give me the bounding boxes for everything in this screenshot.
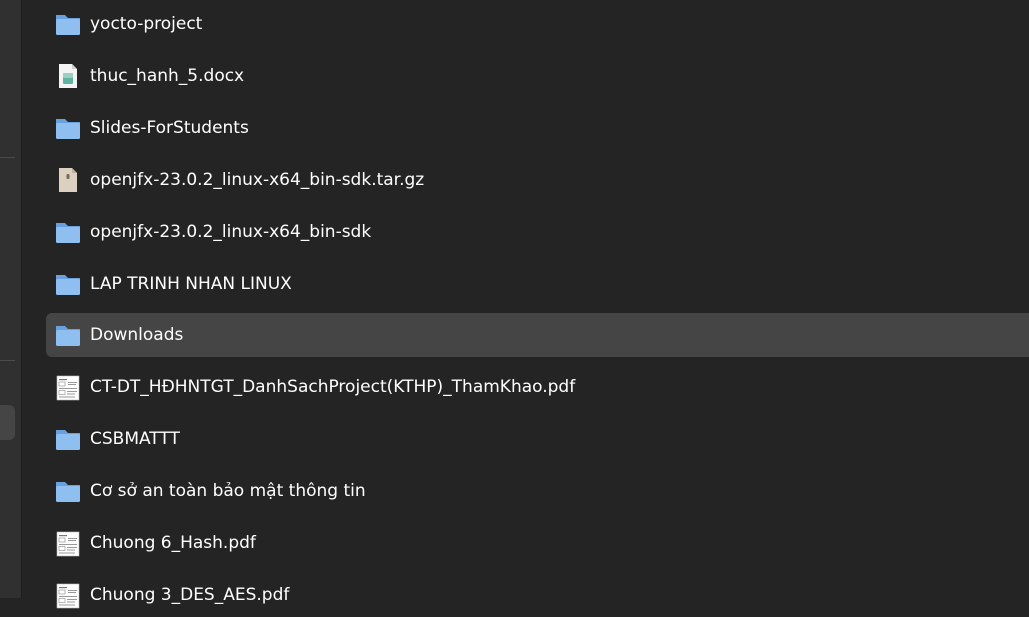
archive-icon <box>54 166 82 194</box>
folder-icon <box>54 10 82 38</box>
file-row[interactable]: CSBMATTT <box>46 417 1029 461</box>
file-row[interactable]: Chuong 6_Hash.pdf <box>46 521 1029 565</box>
file-name: CT-DT_HĐHNTGT_DanhSachProject(KTHP)_Tham… <box>90 377 575 397</box>
file-name: thuc_hanh_5.docx <box>90 66 244 86</box>
file-row[interactable]: LAP TRINH NHAN LINUX <box>46 262 1029 306</box>
sidebar-selected-item[interactable] <box>0 405 15 440</box>
pdf-thumbnail-icon <box>54 373 82 401</box>
folder-icon <box>54 477 82 505</box>
sidebar-divider <box>0 157 15 158</box>
file-row[interactable]: openjfx-23.0.2_linux-x64_bin-sdk.tar.gz <box>46 158 1029 202</box>
file-row[interactable]: Chuong 3_DES_AES.pdf <box>46 573 1029 617</box>
file-name: CSBMATTT <box>90 429 180 449</box>
folder-icon <box>54 114 82 142</box>
file-name: Downloads <box>90 325 183 345</box>
sidebar-divider <box>0 360 15 361</box>
file-name: Chuong 3_DES_AES.pdf <box>90 585 289 605</box>
folder-icon <box>54 425 82 453</box>
folder-icon <box>54 270 82 298</box>
file-list: yocto-project thuc_hanh_5.docx Slides-Fo… <box>22 0 1029 598</box>
file-row[interactable]: Downloads <box>46 313 1029 357</box>
folder-icon <box>54 321 82 349</box>
pdf-thumbnail-icon <box>54 529 82 557</box>
file-name: Cơ sở an toàn bảo mật thông tin <box>90 481 366 501</box>
file-name: Chuong 6_Hash.pdf <box>90 533 256 553</box>
file-row[interactable]: Cơ sở an toàn bảo mật thông tin <box>46 469 1029 513</box>
file-name: yocto-project <box>90 14 202 34</box>
file-name: LAP TRINH NHAN LINUX <box>90 274 292 294</box>
folder-icon <box>54 218 82 246</box>
file-row[interactable]: Slides-ForStudents <box>46 106 1029 150</box>
file-name: openjfx-23.0.2_linux-x64_bin-sdk.tar.gz <box>90 170 424 190</box>
document-icon <box>54 62 82 90</box>
file-name: Slides-ForStudents <box>90 118 249 138</box>
file-row[interactable]: thuc_hanh_5.docx <box>46 54 1029 98</box>
pdf-thumbnail-icon <box>54 581 82 609</box>
file-row[interactable]: yocto-project <box>46 2 1029 46</box>
file-name: openjfx-23.0.2_linux-x64_bin-sdk <box>90 222 371 242</box>
file-row[interactable]: openjfx-23.0.2_linux-x64_bin-sdk <box>46 210 1029 254</box>
sidebar <box>0 0 22 598</box>
file-row[interactable]: CT-DT_HĐHNTGT_DanhSachProject(KTHP)_Tham… <box>46 365 1029 409</box>
